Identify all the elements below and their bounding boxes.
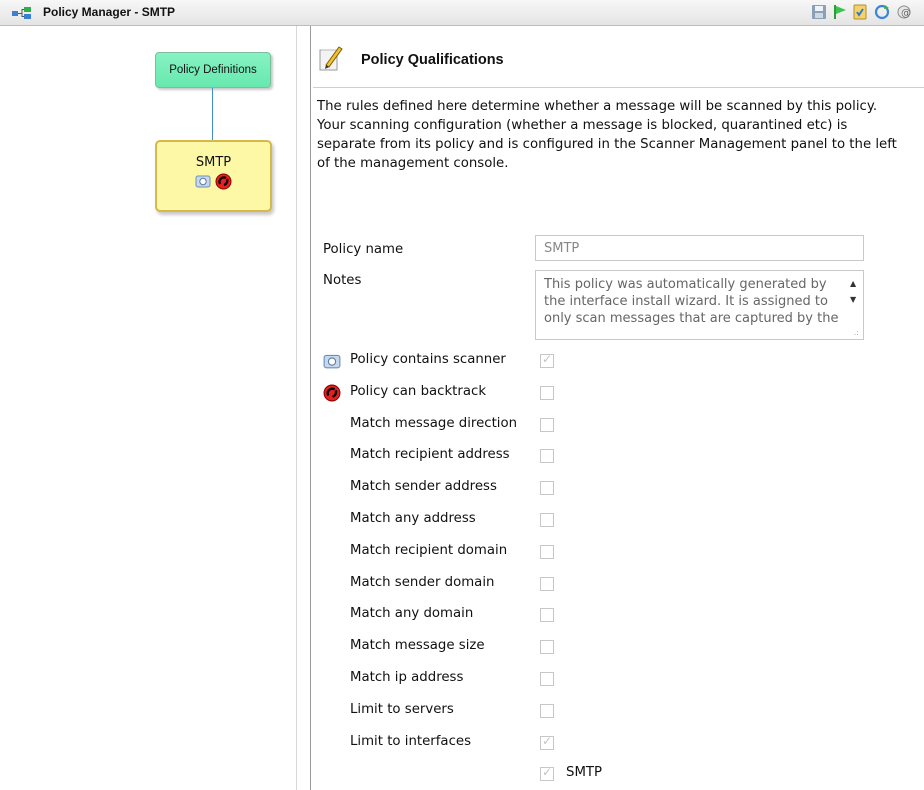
scanner-icon bbox=[323, 352, 341, 370]
help-icon[interactable]: @ bbox=[896, 4, 912, 20]
option-label: Match message direction bbox=[350, 416, 518, 431]
option-label: Limit to servers bbox=[350, 702, 454, 717]
checklist-icon[interactable] bbox=[852, 4, 868, 20]
policy-name-label: Policy name bbox=[323, 242, 404, 257]
option-label: Match sender domain bbox=[350, 575, 495, 590]
option-checkbox[interactable] bbox=[540, 734, 554, 750]
interface-checkbox[interactable] bbox=[540, 765, 554, 781]
resize-grip-icon[interactable]: .: bbox=[854, 328, 859, 337]
tree-node-label: SMTP bbox=[195, 155, 232, 170]
refresh-icon[interactable] bbox=[874, 4, 890, 20]
window-title: Policy Manager - SMTP bbox=[43, 5, 176, 19]
scanner-icon bbox=[195, 175, 211, 188]
notes-textarea[interactable]: This policy was automatically generated … bbox=[535, 270, 864, 340]
option-label: Match sender address bbox=[350, 479, 497, 494]
option-checkbox[interactable] bbox=[540, 545, 554, 559]
option-checkbox[interactable] bbox=[540, 672, 554, 686]
policy-name-input[interactable] bbox=[535, 235, 864, 261]
tree-pane-scroll-edge bbox=[296, 26, 309, 790]
option-checkbox[interactable] bbox=[540, 418, 554, 432]
interface-label: SMTP bbox=[566, 765, 603, 780]
notepad-pencil-icon bbox=[319, 46, 343, 71]
option-label: Limit to interfaces bbox=[350, 734, 471, 749]
option-label: Match any domain bbox=[350, 606, 474, 621]
notes-label: Notes bbox=[323, 273, 362, 288]
tree-connector bbox=[212, 88, 213, 140]
tree-node-label: Policy Definitions bbox=[169, 64, 257, 76]
option-checkbox[interactable] bbox=[540, 386, 554, 400]
option-checkbox[interactable] bbox=[540, 513, 554, 527]
option-label: Match recipient address bbox=[350, 447, 510, 462]
option-label: Match ip address bbox=[350, 670, 464, 685]
option-checkbox[interactable] bbox=[540, 352, 554, 368]
backtrack-icon bbox=[323, 384, 341, 402]
option-checkbox[interactable] bbox=[540, 449, 554, 463]
tree-node-policy-definitions[interactable]: Policy Definitions bbox=[155, 52, 271, 88]
tree-node-smtp[interactable]: SMTP bbox=[155, 140, 272, 212]
notes-text: This policy was automatically generated … bbox=[544, 277, 839, 326]
option-label: Policy can backtrack bbox=[350, 384, 487, 399]
panel-description: The rules defined here determine whether… bbox=[317, 99, 897, 171]
option-label: Match message size bbox=[350, 638, 485, 653]
panel-heading: Policy Qualifications bbox=[361, 52, 504, 68]
policy-manager-icon bbox=[12, 7, 31, 19]
option-checkbox[interactable] bbox=[540, 577, 554, 591]
svg-text:@: @ bbox=[901, 8, 911, 19]
title-bar: Policy Manager - SMTP @ bbox=[0, 0, 924, 26]
option-checkbox[interactable] bbox=[540, 608, 554, 622]
save-icon[interactable] bbox=[811, 4, 827, 20]
scroll-up-icon[interactable]: ▲ bbox=[850, 279, 856, 288]
option-checkbox[interactable] bbox=[540, 704, 554, 718]
backtrack-icon bbox=[215, 173, 232, 190]
heading-divider bbox=[313, 87, 924, 88]
scroll-down-icon[interactable]: ▼ bbox=[850, 295, 856, 304]
notes-scrollbar[interactable]: ▲ ▼ .: bbox=[845, 271, 863, 339]
option-label: Policy contains scanner bbox=[350, 352, 506, 367]
option-checkbox[interactable] bbox=[540, 481, 554, 495]
flag-icon[interactable] bbox=[832, 4, 848, 20]
option-checkbox[interactable] bbox=[540, 640, 554, 654]
option-label: Match recipient domain bbox=[350, 543, 508, 558]
option-label: Match any address bbox=[350, 511, 476, 526]
